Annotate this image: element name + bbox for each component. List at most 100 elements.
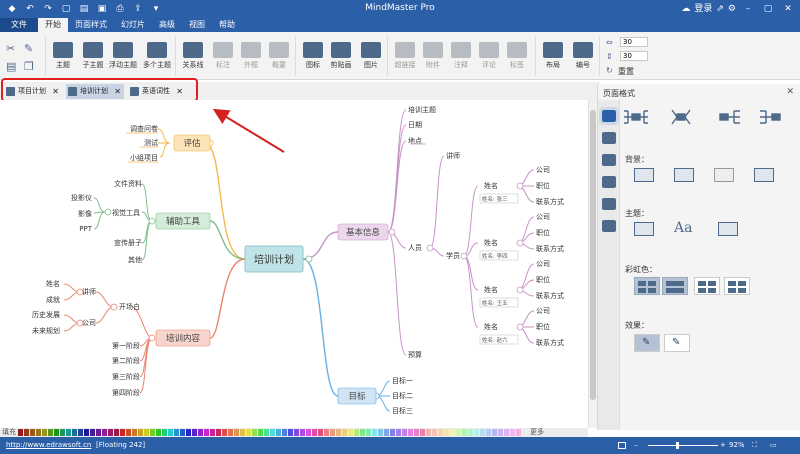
shadow-effect-icon[interactable]: ✎ bbox=[664, 334, 690, 352]
scrollbar-thumb[interactable] bbox=[590, 110, 596, 400]
color-swatch[interactable] bbox=[498, 429, 503, 436]
fit-page-icon[interactable] bbox=[618, 442, 626, 449]
tab-page-style[interactable]: 页面样式 bbox=[68, 18, 114, 32]
attachment-button[interactable]: 附件 bbox=[418, 40, 448, 76]
picture-button[interactable]: 图片 bbox=[356, 40, 386, 76]
subtopic[interactable]: 第四阶段 bbox=[112, 388, 140, 397]
file-menu[interactable]: 文件 bbox=[0, 18, 38, 32]
subtopic[interactable]: 职位 bbox=[536, 322, 550, 331]
student-name-label[interactable]: 姓名 bbox=[484, 285, 498, 294]
color-swatch[interactable] bbox=[210, 429, 215, 436]
student-name-box[interactable]: 姓名: 张三 bbox=[482, 195, 508, 203]
color-swatch[interactable] bbox=[84, 429, 89, 436]
color-swatch[interactable] bbox=[426, 429, 431, 436]
color-swatch[interactable] bbox=[444, 429, 449, 436]
format-painter-icon[interactable]: ✎ bbox=[24, 42, 33, 55]
copy-icon[interactable]: ❐ bbox=[24, 60, 34, 73]
color-swatch[interactable] bbox=[474, 429, 479, 436]
login-link[interactable]: 登录 bbox=[694, 2, 712, 16]
student-name-label[interactable]: 姓名 bbox=[484, 322, 498, 331]
subtopic[interactable]: 目标三 bbox=[392, 406, 413, 415]
color-swatch[interactable] bbox=[420, 429, 425, 436]
color-swatch[interactable] bbox=[138, 429, 143, 436]
subtopic[interactable]: 学员 bbox=[446, 251, 460, 260]
color-swatch[interactable] bbox=[252, 429, 257, 436]
slideshow-icon[interactable]: ▭ bbox=[770, 437, 777, 454]
topic-format-icon[interactable] bbox=[601, 132, 616, 144]
color-swatch[interactable] bbox=[456, 429, 461, 436]
subtopic[interactable]: 职位 bbox=[536, 181, 550, 190]
subtopic[interactable]: 第三阶段 bbox=[112, 372, 140, 381]
color-swatch[interactable] bbox=[366, 429, 371, 436]
color-swatch[interactable] bbox=[108, 429, 113, 436]
numbering-button[interactable]: 编号 bbox=[568, 40, 598, 76]
color-swatch[interactable] bbox=[186, 429, 191, 436]
close-button[interactable]: ✕ bbox=[780, 2, 796, 16]
subtopic[interactable]: 职位 bbox=[536, 228, 550, 237]
subtopic[interactable]: 测试 bbox=[144, 138, 158, 147]
maximize-button[interactable]: ▢ bbox=[760, 2, 776, 16]
zoom-in-icon[interactable]: + bbox=[720, 437, 726, 454]
student-name-box[interactable]: 姓名: 王五 bbox=[482, 299, 508, 307]
color-swatch[interactable] bbox=[18, 429, 23, 436]
share-icon[interactable]: ⇗ bbox=[716, 2, 724, 16]
background-remove-icon[interactable] bbox=[714, 168, 734, 182]
theme-icon[interactable] bbox=[634, 222, 654, 236]
subtopic[interactable]: 联系方式 bbox=[536, 197, 564, 206]
color-swatch[interactable] bbox=[216, 429, 221, 436]
zoom-slider-knob[interactable] bbox=[676, 442, 679, 449]
layout-button[interactable]: 布局 bbox=[538, 40, 568, 76]
subtopic[interactable]: 公司 bbox=[536, 307, 550, 315]
watermark-icon[interactable] bbox=[754, 168, 774, 182]
color-swatch[interactable] bbox=[336, 429, 341, 436]
subtopic[interactable]: 历史发展 bbox=[32, 310, 60, 319]
subtopic[interactable]: 第二阶段 bbox=[112, 356, 140, 365]
subtopic[interactable]: 宣传册子 bbox=[114, 238, 142, 247]
panel-close-icon[interactable]: ✕ bbox=[786, 87, 794, 97]
student-name-box[interactable]: 姓名: 李四 bbox=[482, 252, 508, 260]
rainbow-option-4[interactable] bbox=[724, 277, 750, 295]
color-swatch[interactable] bbox=[354, 429, 359, 436]
outline-icon[interactable] bbox=[601, 198, 616, 210]
color-swatch[interactable] bbox=[306, 429, 311, 436]
color-swatch[interactable] bbox=[192, 429, 197, 436]
color-swatch[interactable] bbox=[384, 429, 389, 436]
color-swatch[interactable] bbox=[180, 429, 185, 436]
hand-drawn-effect-icon[interactable]: ✎ bbox=[634, 334, 660, 352]
subtopic[interactable]: 公司 bbox=[536, 166, 550, 174]
relationship-button[interactable]: 关系线 bbox=[178, 40, 208, 76]
subtopic[interactable]: 联系方式 bbox=[536, 291, 564, 300]
subtopic[interactable]: 联系方式 bbox=[536, 338, 564, 347]
subtopic[interactable]: 预算 bbox=[408, 350, 422, 359]
color-swatch[interactable] bbox=[36, 429, 41, 436]
subtopic[interactable]: 小组项目 bbox=[130, 153, 158, 162]
subtopic[interactable]: 第一阶段 bbox=[112, 341, 140, 350]
color-swatch[interactable] bbox=[294, 429, 299, 436]
slides-icon[interactable] bbox=[601, 220, 616, 232]
reset-button[interactable]: 重置 bbox=[618, 66, 634, 77]
color-swatch[interactable] bbox=[390, 429, 395, 436]
color-swatch[interactable] bbox=[486, 429, 491, 436]
subtopic[interactable]: 日期 bbox=[408, 121, 422, 129]
color-swatch[interactable] bbox=[492, 429, 497, 436]
color-swatch[interactable] bbox=[288, 429, 293, 436]
floating-topic-button[interactable]: 浮动主题 bbox=[108, 40, 138, 76]
color-swatch[interactable] bbox=[360, 429, 365, 436]
subtopic[interactable]: 文件资料 bbox=[114, 179, 142, 188]
vertical-scrollbar[interactable] bbox=[588, 100, 597, 428]
student-name-box[interactable]: 姓名: 赵六 bbox=[482, 336, 508, 344]
subtopic[interactable]: 视觉工具 bbox=[112, 208, 140, 217]
subtopic[interactable]: 联系方式 bbox=[536, 244, 564, 253]
color-swatch[interactable] bbox=[276, 429, 281, 436]
theme-font-icon[interactable]: Aa bbox=[674, 220, 692, 236]
color-swatch[interactable] bbox=[330, 429, 335, 436]
color-swatch[interactable] bbox=[270, 429, 275, 436]
hyperlink-button[interactable]: 超链接 bbox=[390, 40, 420, 76]
color-swatch[interactable] bbox=[264, 429, 269, 436]
more-colors-label[interactable]: 更多 bbox=[530, 428, 544, 437]
color-swatch[interactable] bbox=[324, 429, 329, 436]
color-swatch[interactable] bbox=[150, 429, 155, 436]
tab-slides[interactable]: 幻灯片 bbox=[114, 18, 152, 32]
subtopic[interactable]: 公司 bbox=[536, 213, 550, 221]
color-swatch[interactable] bbox=[258, 429, 263, 436]
